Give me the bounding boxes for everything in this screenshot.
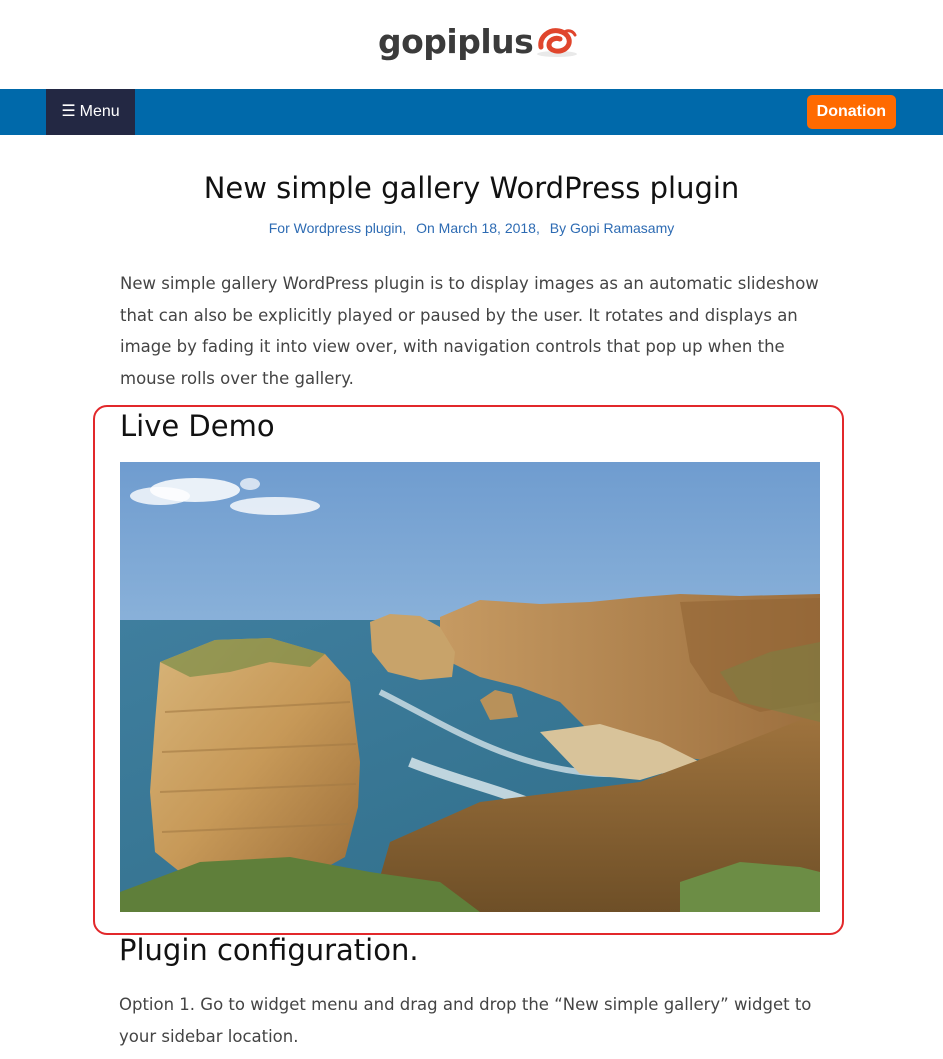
- gallery-slideshow[interactable]: [120, 462, 820, 912]
- post-intro: New simple gallery WordPress plugin is t…: [120, 274, 819, 388]
- post-date: On March 18, 2018,: [416, 220, 540, 236]
- menu-label: Menu: [79, 103, 120, 120]
- hamburger-icon: ☰: [61, 103, 76, 120]
- configuration-option-1: Option 1. Go to widget menu and drag and…: [119, 995, 812, 1046]
- coastal-cliffs-photo: [120, 462, 820, 912]
- menu-button[interactable]: ☰ Menu: [46, 89, 135, 135]
- post-category-link[interactable]: For Wordpress plugin,: [269, 220, 406, 236]
- post-title: New simple gallery WordPress plugin: [203, 171, 740, 205]
- plugin-configuration-heading: Plugin configuration.: [119, 933, 419, 967]
- donation-label: Donation: [816, 103, 886, 120]
- site-logo[interactable]: gopiplus: [378, 18, 579, 64]
- live-demo-heading: Live Demo: [120, 409, 275, 443]
- donation-button[interactable]: Donation: [806, 95, 896, 129]
- site-header: gopiplus: [0, 0, 943, 89]
- main-navbar: ☰ Menu Donation: [0, 89, 943, 135]
- swirl-logo-icon: [537, 28, 578, 57]
- logo-text: gopiplus: [378, 21, 534, 61]
- post-meta: For Wordpress plugin, On March 18, 2018,…: [0, 220, 943, 236]
- post-author-link[interactable]: By Gopi Ramasamy: [550, 220, 674, 236]
